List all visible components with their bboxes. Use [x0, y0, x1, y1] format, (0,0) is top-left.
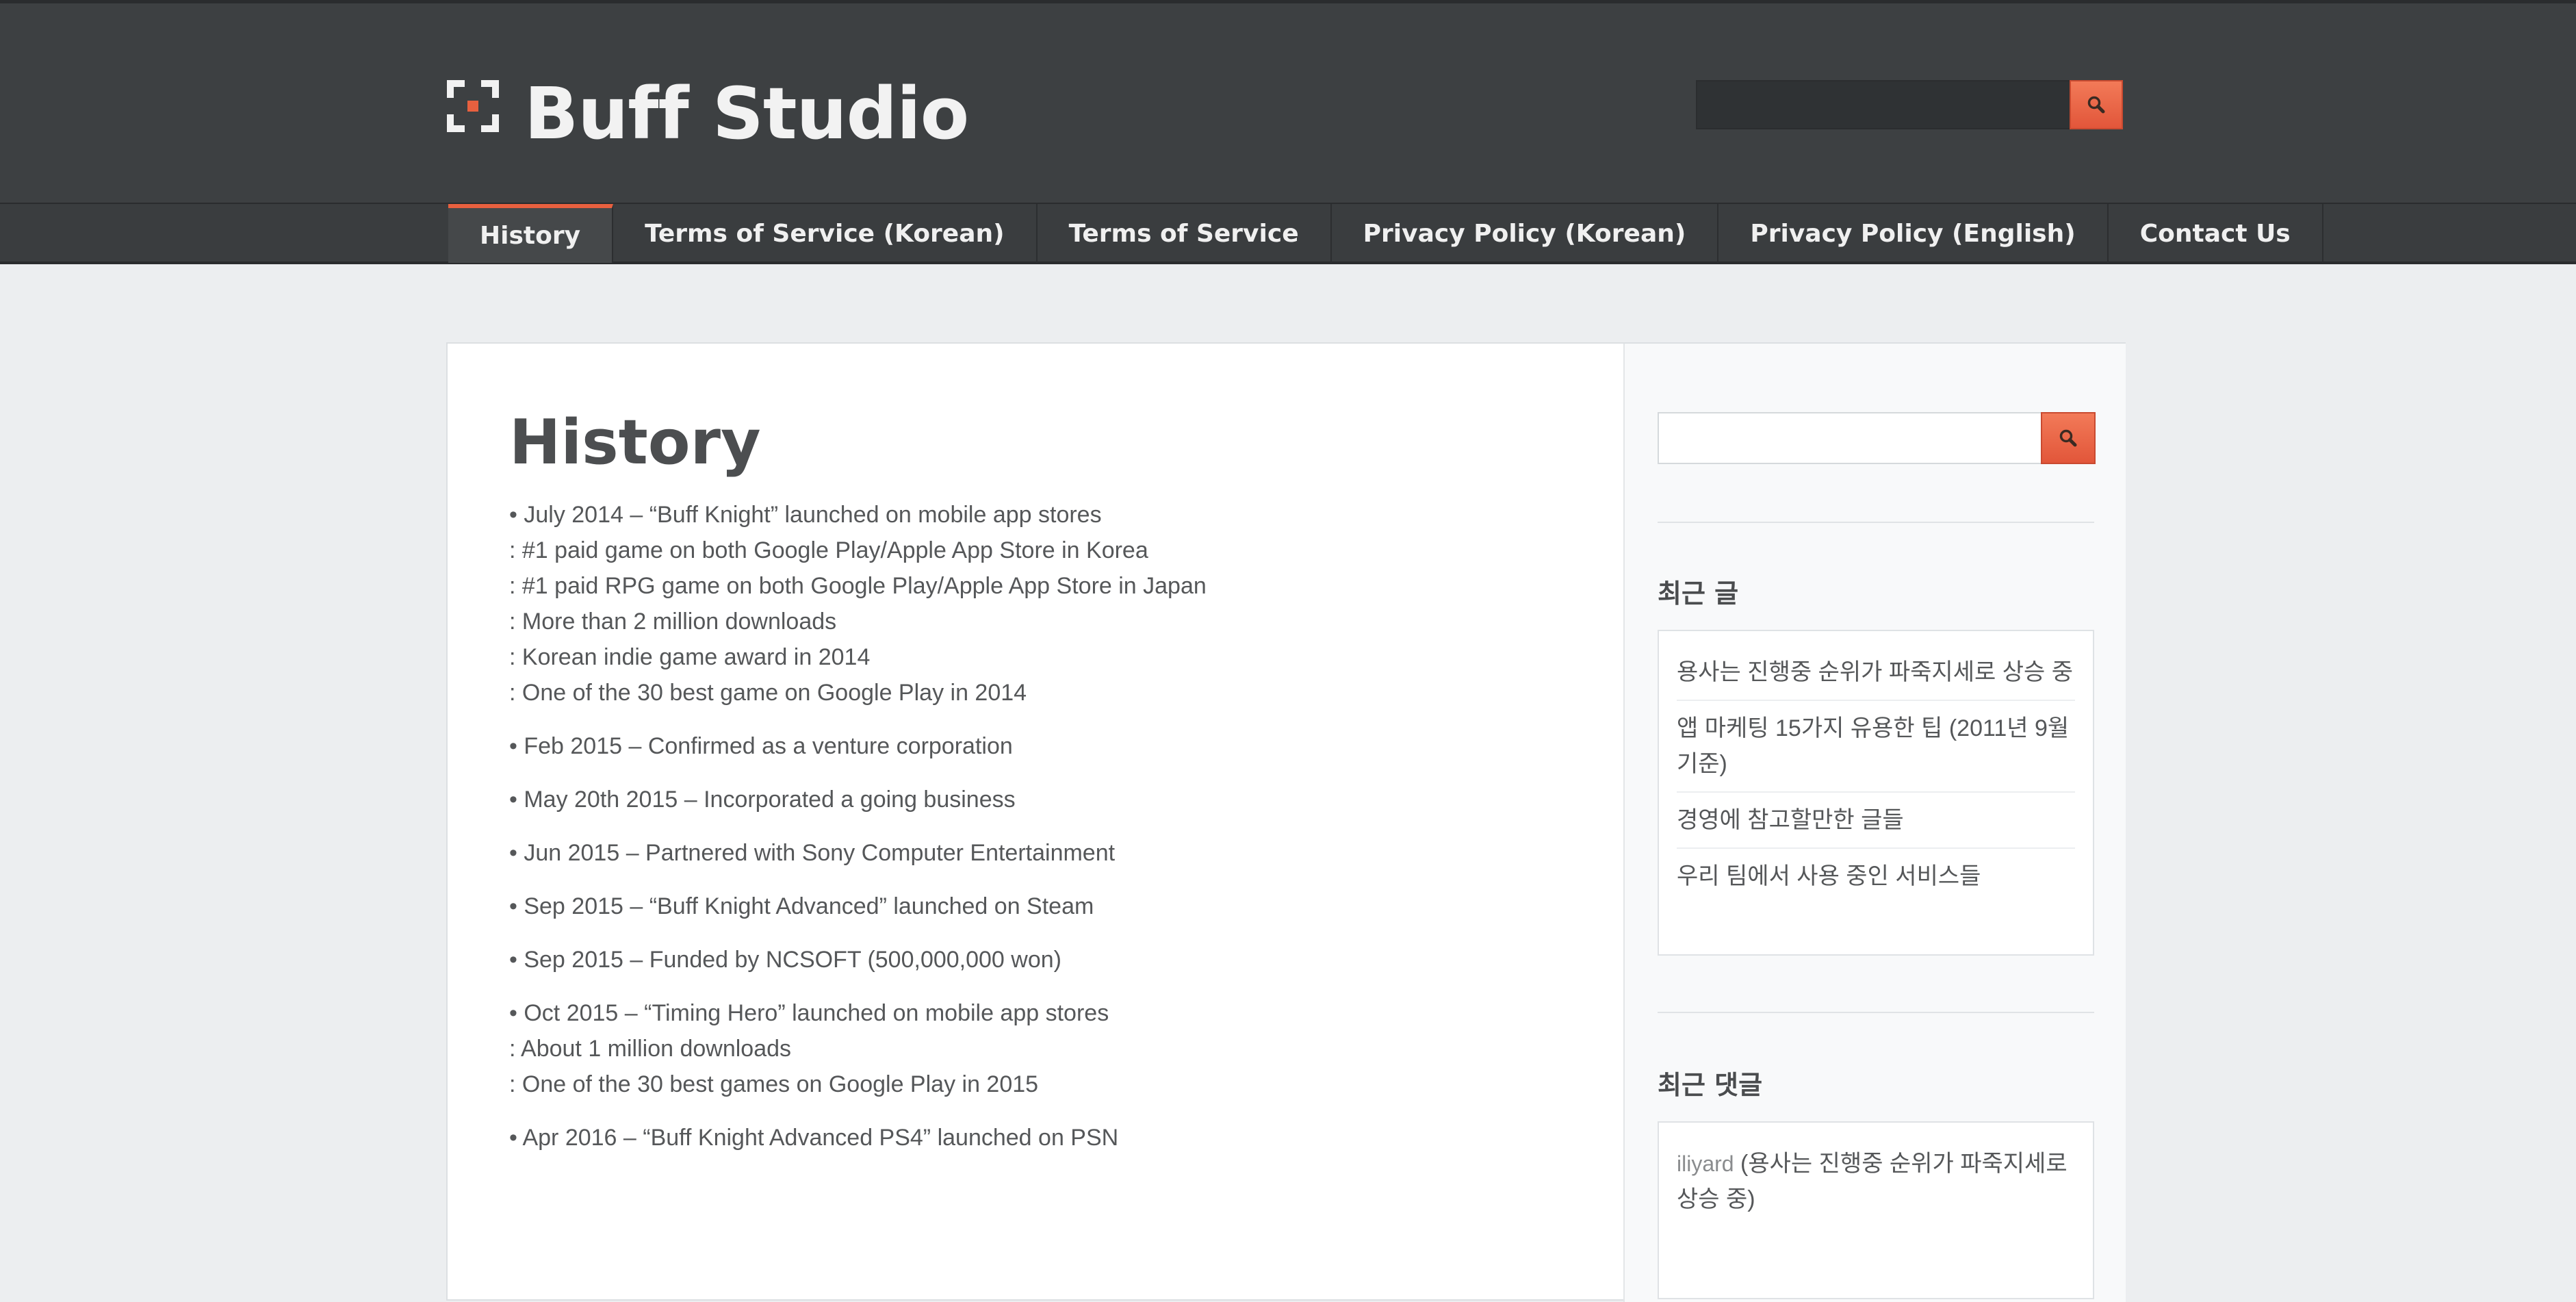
nav-item-history[interactable]: History	[448, 204, 614, 263]
recent-post-link[interactable]: 용사는 진행중 순위가 파죽지세로 상승 중	[1677, 645, 2075, 701]
site-title[interactable]: Buff Studio	[524, 69, 969, 158]
recent-comments-list: iliyard (용사는 진행중 순위가 파죽지세로 상승 중)	[1658, 1121, 2094, 1299]
recent-post-link[interactable]: 앱 마케팅 15가지 유용한 팁 (2011년 9월 기준)	[1677, 701, 2075, 793]
recent-post-link[interactable]: 우리 팀에서 사용 중인 서비스들	[1677, 849, 2075, 904]
history-line: : One of the 30 best game on Google Play…	[509, 680, 1027, 706]
page-title: History	[509, 407, 761, 478]
search-icon	[2059, 429, 2077, 447]
history-line: • July 2014 – “Buff Knight” launched on …	[509, 502, 1102, 528]
history-line: • Feb 2015 – Confirmed as a venture corp…	[509, 733, 1013, 759]
content-area: History • July 2014 – “Buff Knight” laun…	[446, 342, 2126, 1302]
recent-comment: iliyard (용사는 진행중 순위가 파죽지세로 상승 중)	[1677, 1151, 2068, 1212]
nav-item-terms-korean[interactable]: Terms of Service (Korean)	[613, 204, 1038, 263]
sidebar-divider	[1658, 1012, 2094, 1013]
history-line: • Sep 2015 – Funded by NCSOFT (500,000,0…	[509, 947, 1061, 973]
header-search-input[interactable]	[1696, 80, 2070, 129]
sidebar-search-button[interactable]	[2041, 412, 2096, 464]
comment-post-link[interactable]: 용사는 진행중 순위가 파죽지세로 상승 중	[1677, 1151, 2068, 1212]
history-line: • Jun 2015 – Partnered with Sony Compute…	[509, 840, 1116, 866]
nav-list: History Terms of Service (Korean) Terms …	[448, 204, 2323, 263]
history-entry: • Apr 2016 – “Buff Knight Advanced PS4” …	[509, 1120, 1577, 1156]
recent-comments-title: 최근 댓글	[1658, 1070, 1763, 1100]
history-line: • May 20th 2015 – Incorporated a going b…	[509, 787, 1016, 813]
main-nav: History Terms of Service (Korean) Terms …	[0, 203, 2576, 264]
history-line: : One of the 30 best games on Google Pla…	[509, 1071, 1039, 1097]
history-line: : Korean indie game award in 2014	[509, 644, 871, 670]
nav-item-privacy-korean[interactable]: Privacy Policy (Korean)	[1332, 204, 1719, 263]
history-line: : More than 2 million downloads	[509, 609, 837, 635]
history-entry: • Sep 2015 – “Buff Knight Advanced” laun…	[509, 889, 1577, 924]
comment-author[interactable]: iliyard	[1677, 1151, 1734, 1176]
nav-item-terms[interactable]: Terms of Service	[1038, 204, 1332, 263]
article: History • July 2014 – “Buff Knight” laun…	[509, 398, 1577, 1156]
history-line: : #1 paid game on both Google Play/Apple…	[509, 537, 1148, 563]
recent-posts-title: 최근 글	[1658, 578, 1739, 609]
recent-posts-list: 용사는 진행중 순위가 파죽지세로 상승 중 앱 마케팅 15가지 유용한 팁 …	[1658, 630, 2094, 956]
header-search-button[interactable]	[2070, 80, 2123, 129]
history-line: : #1 paid RPG game on both Google Play/A…	[509, 573, 1207, 599]
history-entry: • Sep 2015 – Funded by NCSOFT (500,000,0…	[509, 942, 1577, 978]
history-line: • Sep 2015 – “Buff Knight Advanced” laun…	[509, 893, 1094, 919]
search-icon	[2087, 96, 2105, 114]
history-entry: • Oct 2015 – “Timing Hero” launched on m…	[509, 995, 1577, 1102]
site-header: Buff Studio	[0, 0, 2576, 203]
history-entry: • Jun 2015 – Partnered with Sony Compute…	[509, 835, 1577, 871]
nav-item-privacy-english[interactable]: Privacy Policy (English)	[1718, 204, 2109, 263]
recent-post-link[interactable]: 경영에 참고할만한 글들	[1677, 793, 2075, 849]
buff-studio-logo-icon[interactable]	[447, 80, 499, 132]
sidebar-divider	[1658, 522, 2094, 523]
sidebar: 최근 글 용사는 진행중 순위가 파죽지세로 상승 중 앱 마케팅 15가지 유…	[1623, 344, 2126, 1302]
nav-item-contact[interactable]: Contact Us	[2109, 204, 2323, 263]
history-entry: • May 20th 2015 – Incorporated a going b…	[509, 782, 1577, 817]
history-line: : About 1 million downloads	[509, 1036, 792, 1062]
sidebar-search	[1658, 412, 2096, 464]
history-entry: • Feb 2015 – Confirmed as a venture corp…	[509, 728, 1577, 764]
sidebar-search-input[interactable]	[1658, 412, 2041, 464]
history-line: • Oct 2015 – “Timing Hero” launched on m…	[509, 1000, 1109, 1026]
header-search	[1696, 80, 2123, 129]
history-line: • Apr 2016 – “Buff Knight Advanced PS4” …	[509, 1125, 1119, 1151]
history-entry: • July 2014 – “Buff Knight” launched on …	[509, 497, 1577, 711]
